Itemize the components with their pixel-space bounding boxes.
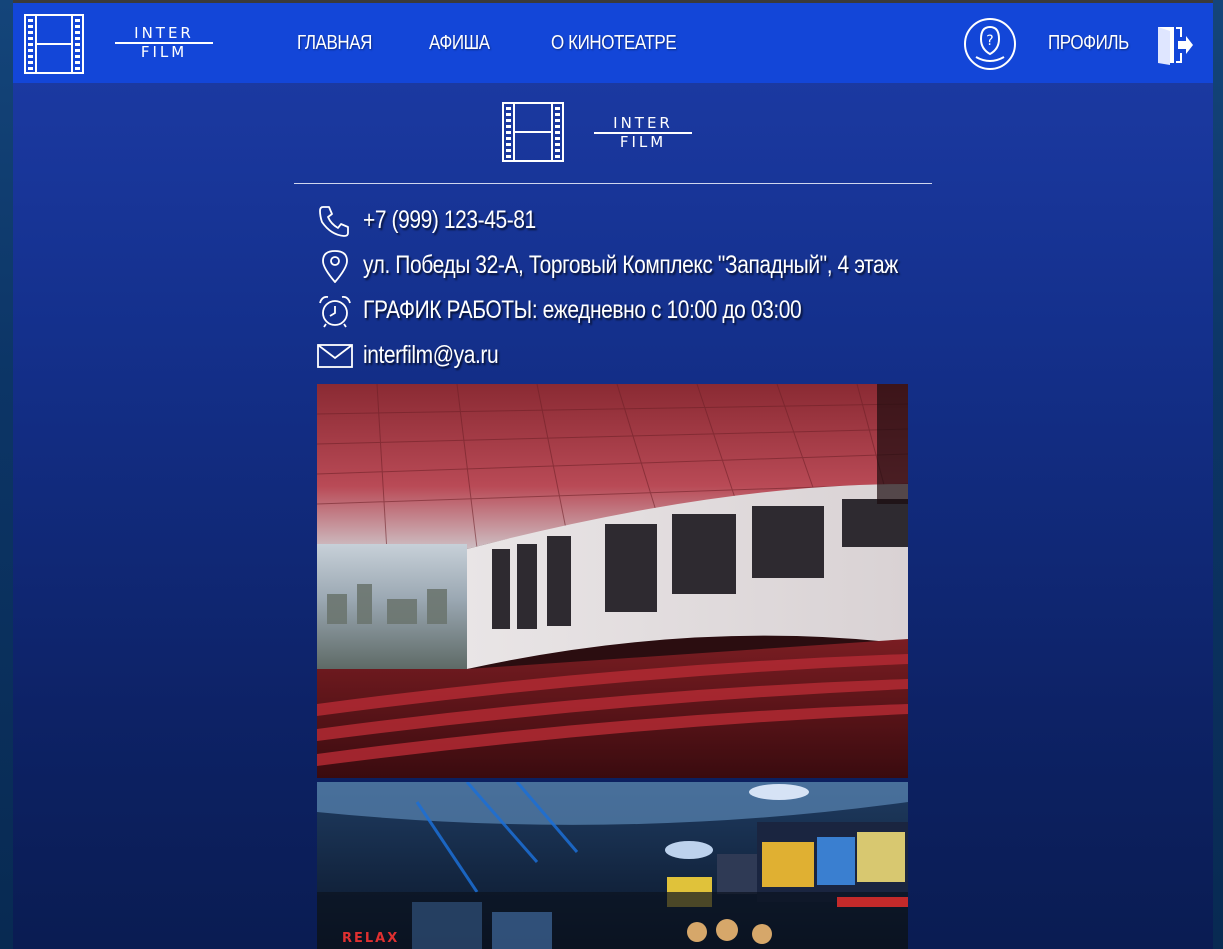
logo-line-2: FILM: [140, 43, 188, 61]
nav-link-profile[interactable]: ПРОФИЛЬ: [1048, 32, 1129, 55]
lobby-sign-text: RELAX: [342, 931, 399, 946]
site-logo[interactable]: INTER FILM: [115, 25, 213, 61]
nav-link-main[interactable]: ГЛАВНАЯ: [297, 32, 372, 55]
content-logo-line-2: FILM: [619, 133, 667, 151]
email-text[interactable]: interfilm@ya.ru: [363, 341, 499, 370]
contact-phone: +7 (999) 123-45-81: [317, 204, 937, 238]
film-strip-icon[interactable]: [24, 14, 84, 74]
nav-link-about[interactable]: О КИНОТЕАТРЕ: [551, 32, 677, 55]
content-film-strip-icon: [502, 102, 564, 162]
cinema-hall-photo: [317, 384, 908, 778]
address-text: ул. Победы 32-А, Торговый Комплекс "Запа…: [363, 251, 898, 279]
logout-icon[interactable]: [1156, 25, 1194, 65]
top-nav-bar: INTER FILM ГЛАВНАЯ АФИША О КИНОТЕАТРЕ ? …: [13, 0, 1213, 83]
phone-text[interactable]: +7 (999) 123-45-81: [363, 206, 536, 235]
svg-text:?: ?: [986, 33, 993, 49]
content-logo: INTER FILM: [594, 115, 692, 151]
phone-icon: [319, 206, 349, 237]
divider: [294, 183, 932, 184]
hours-text: ГРАФИК РАБОТЫ: ежедневно с 10:00 до 03:0…: [363, 296, 802, 324]
page: INTER FILM ГЛАВНАЯ АФИША О КИНОТЕАТРЕ ? …: [13, 0, 1213, 949]
alarm-clock-icon: [319, 295, 351, 328]
cinema-lobby-photo: RELAX: [317, 782, 908, 949]
nav-link-afisha[interactable]: АФИША: [429, 32, 490, 55]
background-left: [0, 0, 13, 949]
location-pin-icon: [322, 250, 348, 283]
content-logo-line-1: INTER: [594, 115, 692, 134]
contact-email: interfilm@ya.ru: [317, 339, 937, 373]
contact-hours: ГРАФИК РАБОТЫ: ежедневно с 10:00 до 03:0…: [317, 294, 937, 328]
logo-line-1: INTER: [115, 25, 213, 44]
help-icon[interactable]: ?: [963, 17, 1017, 71]
mail-icon: [317, 344, 353, 368]
contact-address: ул. Победы 32-А, Торговый Комплекс "Запа…: [317, 249, 937, 283]
background-right: [1213, 0, 1223, 949]
